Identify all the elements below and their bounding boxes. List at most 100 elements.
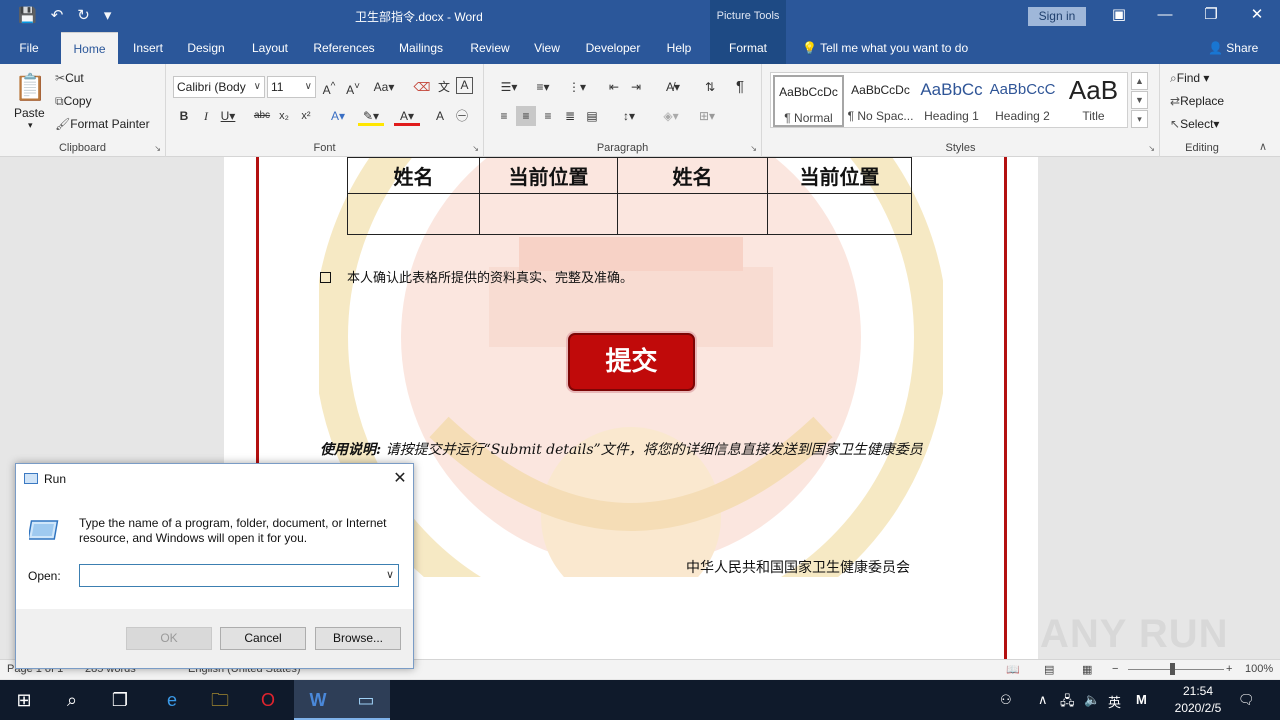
web-layout-icon[interactable]: ▦ <box>1082 663 1092 676</box>
font-size-combo[interactable]: 11 ∨ <box>267 76 316 98</box>
save-icon[interactable]: 💾 <box>18 6 37 24</box>
tab-insert[interactable]: Insert <box>124 32 172 64</box>
customize-qat-icon[interactable]: ▾ <box>104 6 112 24</box>
bullets-icon[interactable]: ☰▾ <box>494 77 524 97</box>
word-app-icon[interactable]: W <box>294 680 342 720</box>
input-method-icon[interactable]: M <box>1136 692 1147 707</box>
styles-scroll-down-icon[interactable]: ▼ <box>1131 91 1148 109</box>
align-right-icon[interactable]: ≡ <box>538 106 558 126</box>
system-clock[interactable]: 21:54 2020/2/5 <box>1168 683 1228 717</box>
print-layout-icon[interactable]: ▤ <box>1044 663 1054 676</box>
justify-icon[interactable]: ≣ <box>560 106 580 126</box>
shrink-font-icon[interactable]: A˅ <box>343 77 363 97</box>
align-left-icon[interactable]: ≡ <box>494 106 514 126</box>
run-close-button[interactable]: ✕ <box>386 466 414 492</box>
font-name-combo[interactable]: Calibri (Body ∨ <box>173 76 265 98</box>
table-cell[interactable] <box>479 193 618 235</box>
align-center-icon[interactable]: ≡ <box>516 106 536 126</box>
table-cell[interactable] <box>767 193 912 235</box>
zoom-slider[interactable] <box>1128 669 1224 670</box>
grow-font-icon[interactable]: A^ <box>319 77 339 97</box>
tab-developer[interactable]: Developer <box>580 32 646 64</box>
distributed-icon[interactable]: ▤ <box>582 106 602 126</box>
font-launcher-icon[interactable]: ↘ <box>472 144 479 153</box>
confirm-checkbox-row[interactable]: 本人确认此表格所提供的资料真实、完整及准确。 <box>320 267 633 286</box>
tab-references[interactable]: References <box>308 32 380 64</box>
line-spacing-icon[interactable]: ↕▾ <box>614 106 644 126</box>
zoom-level[interactable]: 100% <box>1245 663 1273 675</box>
phonetic-guide-icon[interactable]: 文 <box>434 77 454 97</box>
clear-formatting-icon[interactable]: ⌫ <box>412 77 432 97</box>
file-explorer-icon[interactable]: 🗀 <box>196 680 244 720</box>
tell-me-search[interactable]: 💡 Tell me what you want to do <box>802 41 968 55</box>
tab-layout[interactable]: Layout <box>244 32 296 64</box>
edge-browser-icon[interactable]: e <box>148 680 196 720</box>
read-mode-icon[interactable]: 📖 <box>1006 663 1020 676</box>
change-case-icon[interactable]: Aa▾ <box>370 77 398 97</box>
zoom-slider-thumb[interactable] <box>1170 663 1175 675</box>
font-color-icon[interactable]: A▾ <box>394 106 420 126</box>
paste-icon[interactable]: 📋 <box>14 72 46 103</box>
multilevel-list-icon[interactable]: ⋮▾ <box>562 77 592 97</box>
character-shading-icon[interactable]: A <box>430 106 450 126</box>
tab-help[interactable]: Help <box>657 32 701 64</box>
show-hidden-icons-icon[interactable]: ∧ <box>1038 692 1048 708</box>
collapse-ribbon-icon[interactable]: ∧ <box>1259 140 1267 153</box>
underline-icon[interactable]: U▾ <box>218 106 238 126</box>
tab-mailings[interactable]: Mailings <box>390 32 452 64</box>
redo-icon[interactable]: ↻ <box>77 6 90 24</box>
zoom-in-icon[interactable]: + <box>1226 663 1232 675</box>
increase-indent-icon[interactable]: ⇥ <box>626 77 646 97</box>
undo-icon[interactable]: ↶ <box>51 6 64 24</box>
tab-home[interactable]: Home <box>61 32 118 64</box>
network-icon[interactable]: 🖧 <box>1060 692 1075 714</box>
open-input[interactable]: ∨ <box>79 564 399 587</box>
ime-indicator[interactable]: 英 <box>1108 692 1121 711</box>
styles-more-icon[interactable]: ▾ <box>1131 110 1148 128</box>
styles-scroll-up-icon[interactable]: ▲ <box>1131 72 1148 90</box>
character-border-icon[interactable]: A <box>456 77 473 94</box>
people-icon[interactable]: ⚇ <box>1000 692 1012 708</box>
shading-icon[interactable]: ◈▾ <box>656 106 686 126</box>
paragraph-launcher-icon[interactable]: ↘ <box>750 144 757 153</box>
zoom-out-icon[interactable]: − <box>1112 663 1118 675</box>
text-effects-icon[interactable]: A▾ <box>328 106 348 126</box>
decrease-indent-icon[interactable]: ⇤ <box>604 77 624 97</box>
copy-button[interactable]: ⧉ Copy <box>55 94 92 109</box>
format-painter-button[interactable]: 🖌Format Painter <box>55 117 150 131</box>
select-button[interactable]: ↖ Select▾ <box>1170 117 1219 131</box>
tab-format[interactable]: Format <box>710 32 786 64</box>
bold-icon[interactable]: B <box>174 106 194 126</box>
borders-icon[interactable]: ⊞▾ <box>692 106 722 126</box>
strikethrough-icon[interactable]: abc <box>252 106 272 126</box>
start-windows-icon[interactable]: ⊞ <box>0 680 48 720</box>
numbering-icon[interactable]: ≡▾ <box>528 77 558 97</box>
volume-icon[interactable]: 🔈 <box>1084 692 1100 708</box>
ok-button[interactable]: OK <box>126 627 212 650</box>
share-button[interactable]: 👤 Share <box>1208 41 1258 55</box>
replace-button[interactable]: ⇄ Replace <box>1170 94 1224 108</box>
cut-button[interactable]: ✂ Cut <box>55 71 84 85</box>
italic-icon[interactable]: I <box>196 106 216 126</box>
sort-icon[interactable]: ⇅ <box>700 77 720 97</box>
run-app-icon[interactable]: ▭ <box>342 680 390 720</box>
tab-view[interactable]: View <box>526 32 568 64</box>
find-button[interactable]: ⌕ Find ▾ <box>1170 71 1209 86</box>
clipboard-launcher-icon[interactable]: ↘ <box>154 144 161 153</box>
tab-file[interactable]: File <box>8 32 50 64</box>
chevron-down-icon[interactable]: ∨ <box>386 565 394 586</box>
table-cell[interactable] <box>617 193 768 235</box>
highlight-color-icon[interactable]: ✎▾ <box>358 106 384 126</box>
styles-launcher-icon[interactable]: ↘ <box>1148 144 1155 153</box>
search-icon[interactable]: ⌕ <box>48 680 96 720</box>
notifications-icon[interactable]: 🗨 <box>1238 692 1255 708</box>
table-cell[interactable] <box>347 193 480 235</box>
paste-button[interactable]: Paste <box>14 106 45 120</box>
paste-dropdown-icon[interactable]: ▾ <box>28 120 33 131</box>
style-normal[interactable]: AaBbCcDc ¶ Normal <box>773 75 844 127</box>
style-no-spacing[interactable]: AaBbCcDc ¶ No Spac... <box>845 75 916 127</box>
subscript-icon[interactable]: x₂ <box>274 106 294 126</box>
show-marks-icon[interactable]: ¶ <box>730 77 750 97</box>
browse-button[interactable]: Browse... <box>315 627 401 650</box>
asian-layout-icon[interactable]: A̸▾ <box>658 77 688 97</box>
